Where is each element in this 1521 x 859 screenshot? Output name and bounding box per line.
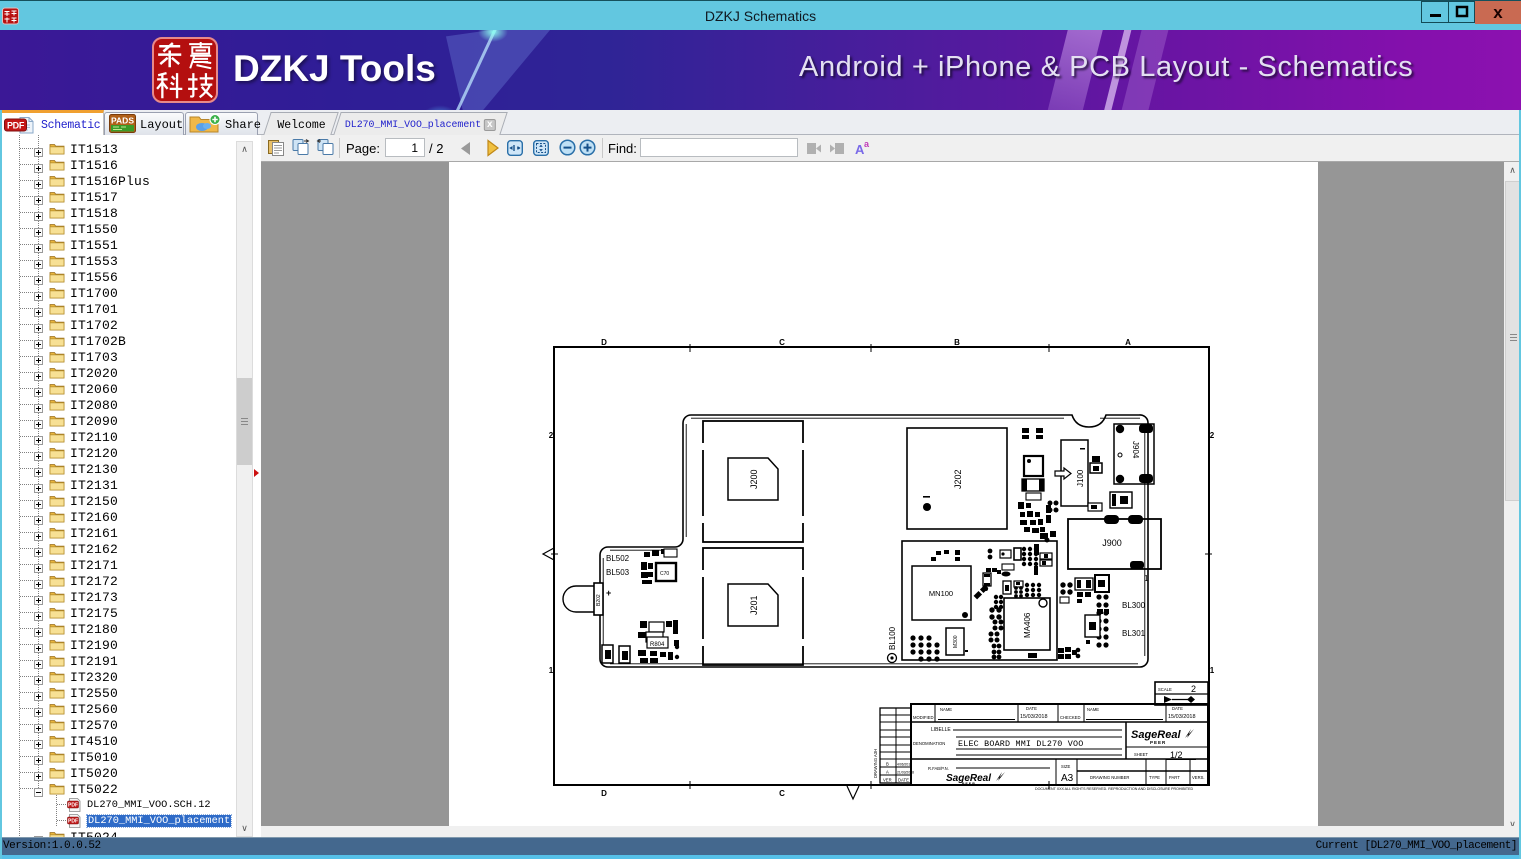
svg-text:DATE: DATE bbox=[898, 778, 909, 783]
svg-text:MA406: MA406 bbox=[1023, 612, 1032, 638]
svg-text:21/03/2018: 21/03/2018 bbox=[897, 771, 914, 775]
svg-text:J100: J100 bbox=[1076, 469, 1085, 487]
svg-text:a: a bbox=[864, 139, 870, 149]
svg-text:PDF: PDF bbox=[7, 121, 25, 131]
svg-text:B202: B202 bbox=[596, 594, 602, 606]
svg-text:A: A bbox=[1125, 338, 1131, 347]
svg-text:DOCUMENT XXX ALL RIGHTS RESERV: DOCUMENT XXX ALL RIGHTS RESERVED. REPROD… bbox=[1035, 787, 1193, 791]
svg-text:1: 1 bbox=[549, 666, 554, 675]
svg-text:PEER: PEER bbox=[1150, 740, 1166, 745]
svg-text:J904: J904 bbox=[1131, 441, 1140, 459]
svg-text:M300: M300 bbox=[953, 635, 959, 648]
svg-text:x: x bbox=[1493, 3, 1503, 22]
svg-text:PDF: PDF bbox=[68, 802, 78, 808]
svg-text:BL300: BL300 bbox=[1122, 601, 1146, 610]
svg-text:B: B bbox=[954, 338, 960, 347]
svg-text:1/2: 1/2 bbox=[1170, 750, 1183, 760]
svg-text:TYPE: TYPE bbox=[1149, 775, 1160, 780]
svg-text:LIBELLE: LIBELLE bbox=[931, 727, 951, 733]
svg-text:BL100: BL100 bbox=[888, 626, 897, 650]
svg-text:2: 2 bbox=[549, 431, 554, 440]
svg-text:2: 2 bbox=[1210, 431, 1215, 440]
svg-text:4/06/2018: 4/06/2018 bbox=[897, 763, 912, 767]
svg-text:VER: VER bbox=[883, 778, 892, 783]
svg-text:DATE: DATE bbox=[1026, 706, 1037, 711]
svg-text:J900: J900 bbox=[1102, 538, 1122, 548]
svg-text:VERS.: VERS. bbox=[1192, 775, 1205, 780]
svg-text:PADS: PADS bbox=[111, 116, 134, 126]
svg-text:BL502: BL502 bbox=[606, 554, 630, 563]
svg-text:ELEC BOARD MMI DL270 VOO: ELEC BOARD MMI DL270 VOO bbox=[958, 739, 1083, 749]
svg-text:PEER: PEER bbox=[962, 782, 976, 786]
svg-text:15/03/2018: 15/03/2018 bbox=[1020, 714, 1048, 720]
svg-text:R.FAB/P.N.: R.FAB/P.N. bbox=[928, 766, 949, 771]
svg-text:+: + bbox=[606, 588, 611, 598]
svg-text:J202: J202 bbox=[953, 469, 963, 489]
svg-text:SHEET: SHEET bbox=[1134, 752, 1148, 757]
svg-text:PDF: PDF bbox=[68, 818, 78, 824]
svg-text:C70: C70 bbox=[660, 571, 669, 577]
svg-text:D: D bbox=[601, 338, 607, 347]
svg-text:R804: R804 bbox=[650, 642, 665, 648]
svg-text:1: 1 bbox=[1144, 574, 1149, 583]
svg-text:DRAWING NUMBER: DRAWING NUMBER bbox=[1090, 775, 1129, 780]
svg-text:CHECKED: CHECKED bbox=[1060, 715, 1080, 720]
svg-text:J200: J200 bbox=[749, 469, 759, 489]
svg-text:DATE: DATE bbox=[1172, 706, 1183, 711]
svg-text:DENOMINATION: DENOMINATION bbox=[913, 741, 945, 746]
svg-text:BL503: BL503 bbox=[606, 568, 630, 577]
svg-text:2: 2 bbox=[1191, 684, 1196, 694]
svg-text:SIZE: SIZE bbox=[1061, 764, 1071, 769]
svg-text:A: A bbox=[886, 770, 889, 775]
svg-text:15/03/2018: 15/03/2018 bbox=[1168, 714, 1196, 720]
svg-text:C: C bbox=[779, 789, 785, 798]
svg-text:NAME: NAME bbox=[940, 707, 952, 712]
svg-text:MN100: MN100 bbox=[929, 589, 953, 598]
svg-text:D: D bbox=[601, 789, 607, 798]
svg-text:NAME: NAME bbox=[1087, 707, 1099, 712]
svg-text:SCALE: SCALE bbox=[1158, 687, 1172, 692]
svg-text:BL301: BL301 bbox=[1122, 629, 1146, 638]
svg-text:1: 1 bbox=[1210, 666, 1215, 675]
svg-text:J201: J201 bbox=[749, 595, 759, 615]
svg-text:PART: PART bbox=[1169, 775, 1180, 780]
svg-text:A3: A3 bbox=[1061, 773, 1074, 784]
svg-text:MODIFIED: MODIFIED bbox=[913, 715, 933, 720]
svg-text:DRAWING A3H: DRAWING A3H bbox=[873, 749, 878, 778]
svg-text:B: B bbox=[886, 762, 889, 767]
svg-text:C: C bbox=[779, 338, 785, 347]
